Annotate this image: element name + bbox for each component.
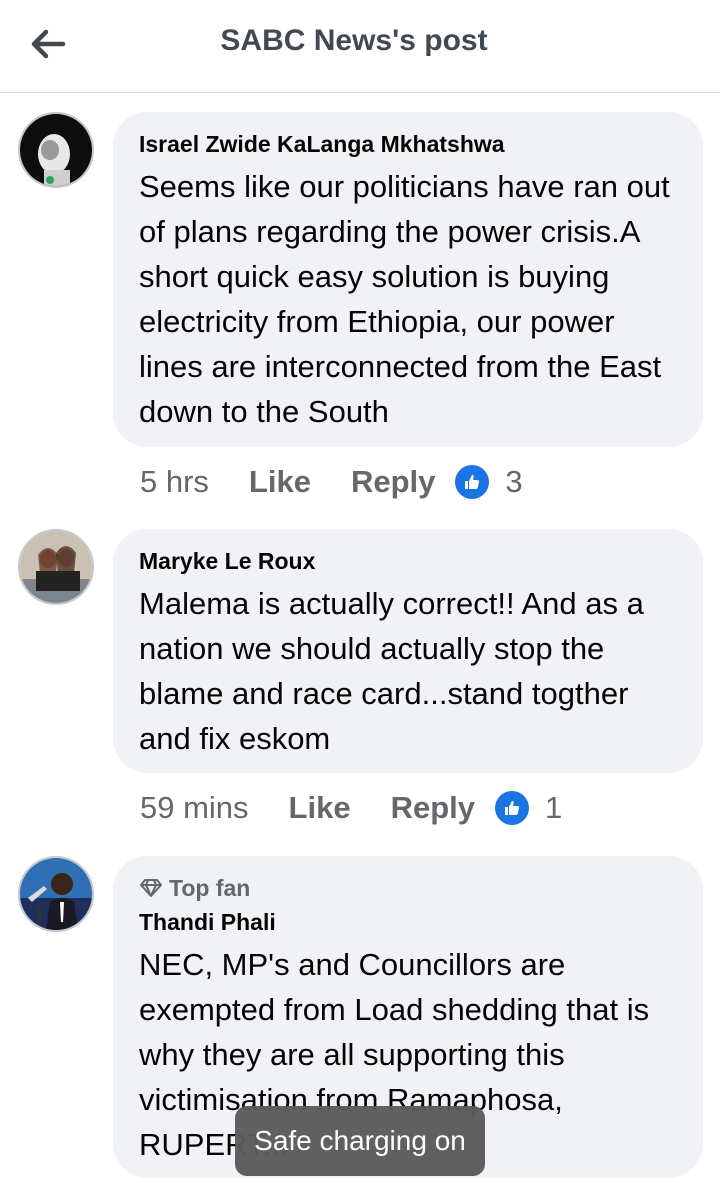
- avatar[interactable]: [18, 856, 94, 932]
- like-button[interactable]: Like: [249, 464, 311, 500]
- comment-bubble: Israel Zwide KaLanga Mkhatshwa Seems lik…: [113, 112, 703, 447]
- system-toast: Safe charging on: [235, 1106, 485, 1176]
- thumbs-up-icon[interactable]: [455, 465, 490, 499]
- reply-button[interactable]: Reply: [351, 464, 435, 500]
- avatar-photo: [20, 114, 92, 186]
- reaction-count[interactable]: 3: [505, 464, 522, 500]
- comment-author[interactable]: Thandi Phali: [139, 908, 677, 936]
- comment-author[interactable]: Israel Zwide KaLanga Mkhatshwa: [139, 130, 677, 158]
- comment-text: Seems like our politicians have ran out …: [139, 169, 670, 429]
- thumbs-up-icon[interactable]: [495, 791, 529, 825]
- comment-actions: 59 mins Like Reply 1: [140, 786, 562, 830]
- diamond-icon: [140, 879, 162, 897]
- top-bar: SABC News's post: [0, 0, 720, 93]
- reply-button[interactable]: Reply: [391, 790, 475, 826]
- like-button[interactable]: Like: [289, 790, 351, 826]
- top-fan-badge: Top fan: [139, 874, 677, 902]
- comment-actions: 5 hrs Like Reply 3: [140, 460, 523, 504]
- comment-author[interactable]: Maryke Le Roux: [139, 547, 677, 575]
- comment-time[interactable]: 5 hrs: [140, 464, 209, 500]
- avatar[interactable]: [18, 529, 94, 605]
- avatar[interactable]: [18, 112, 94, 188]
- comment-time[interactable]: 59 mins: [140, 790, 249, 826]
- comment-text: Malema is actually correct!! And as a na…: [139, 586, 644, 756]
- page-title: SABC News's post: [220, 24, 488, 57]
- comment-bubble: Maryke Le Roux Malema is actually correc…: [113, 529, 703, 773]
- avatar-photo: [20, 531, 92, 603]
- badge-label: Top fan: [169, 875, 251, 901]
- reaction-count[interactable]: 1: [545, 790, 562, 826]
- avatar-photo: [20, 858, 92, 930]
